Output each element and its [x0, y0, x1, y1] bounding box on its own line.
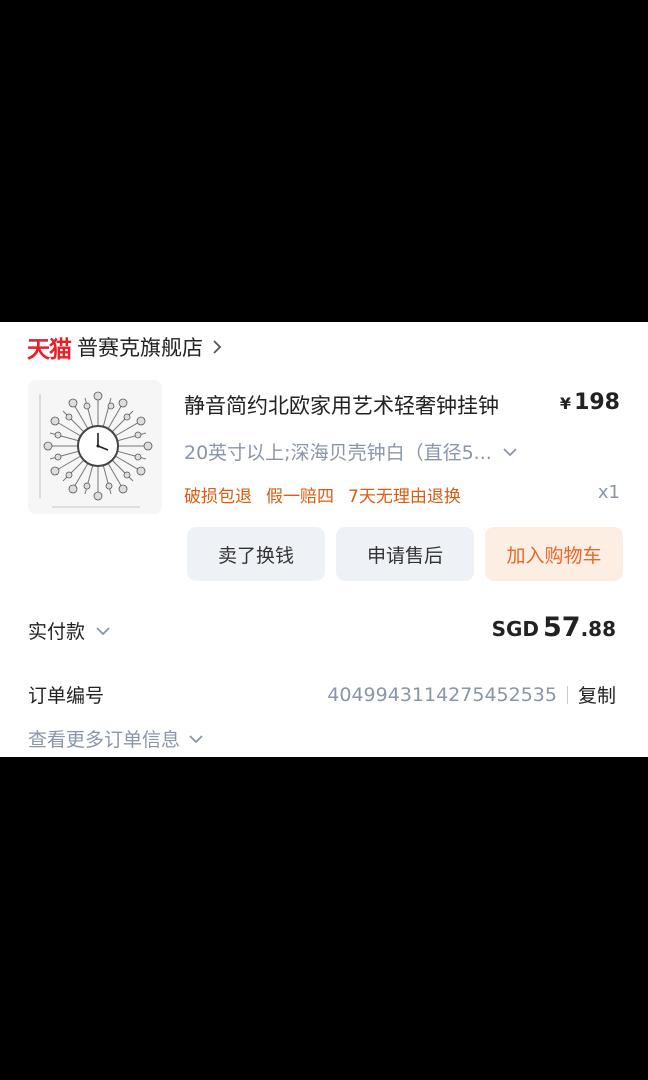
order-number-value: 4049943114275452535 [327, 683, 557, 706]
product-price: ¥198 [560, 390, 620, 415]
tmall-logo: 天猫 [27, 337, 72, 363]
payment-currency: SGD [491, 617, 539, 641]
price-symbol: ¥ [559, 394, 572, 413]
quantity: x1 [597, 482, 620, 503]
order-number: 4049943114275452535 复制 [327, 681, 616, 708]
guarantee-tag: 7天无理由退换 [348, 487, 461, 507]
add-to-cart-button[interactable]: 加入购物车 [485, 527, 623, 581]
order-number-label: 订单编号 [28, 685, 105, 707]
payment-amount-decimal: .88 [580, 617, 616, 641]
more-order-info-label: 查看更多订单信息 [28, 729, 181, 751]
after-sale-button[interactable]: 申请售后 [336, 527, 474, 581]
store-name[interactable]: 普赛克旗舰店 [77, 332, 203, 362]
chevron-down-icon [189, 734, 203, 743]
chevron-down-icon [96, 626, 110, 635]
chevron-down-icon [503, 447, 517, 456]
product-thumbnail[interactable] [28, 380, 162, 514]
price-value: 198 [574, 390, 620, 415]
payment-amount: SGD 57.88 [492, 612, 616, 643]
payment-toggle[interactable]: 实付款 [28, 617, 111, 644]
copy-button[interactable]: 复制 [578, 681, 616, 708]
product-title[interactable]: 静音简约北欧家用艺术轻奢钟挂钟 [184, 390, 499, 420]
payment-label: 实付款 [28, 621, 86, 643]
order-card: 天猫 普赛克旗舰店 静音简约北欧家用艺术轻奢钟挂钟 ¥ 198 20英寸以上;深… [0, 322, 648, 757]
service-guarantees: 破损包退 假一赔四 7天无理由退换 [184, 482, 461, 507]
action-buttons: 卖了换钱 申请售后 加入购物车 [187, 527, 623, 581]
variant-selector[interactable]: 20英寸以上;深海贝壳钟白（直径5... [184, 438, 518, 465]
payment-amount-integer: 57 [542, 612, 581, 643]
divider [566, 685, 568, 704]
resell-button[interactable]: 卖了换钱 [187, 527, 325, 581]
guarantee-tag: 破损包退 [184, 487, 252, 507]
variant-text: 20英寸以上;深海贝壳钟白（直径5... [184, 442, 492, 464]
chevron-right-icon [213, 340, 222, 354]
guarantee-tag: 假一赔四 [266, 487, 334, 507]
sunburst-clock-image [39, 391, 153, 508]
more-order-info-toggle[interactable]: 查看更多订单信息 [28, 725, 204, 752]
store-header[interactable]: 天猫 普赛克旗舰店 [27, 330, 223, 364]
